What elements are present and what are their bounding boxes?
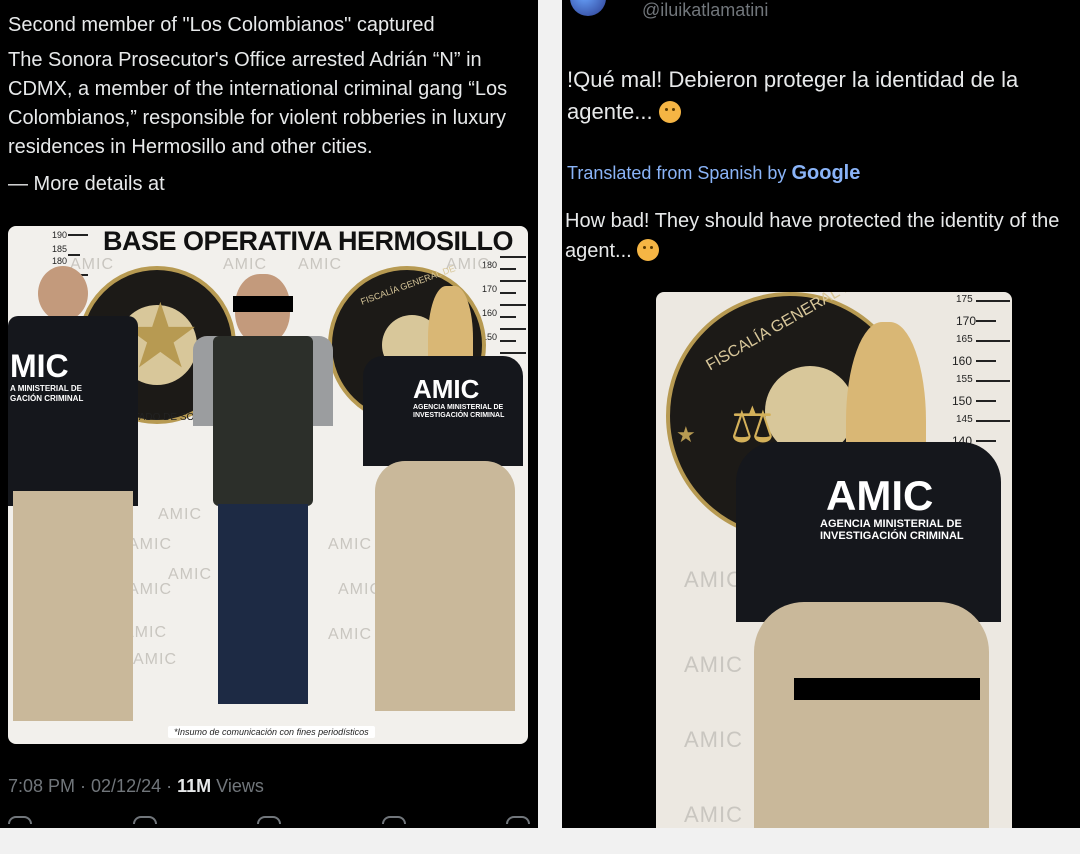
agent-left: MIC A MINISTERIAL DE GACIÓN CRIMINAL xyxy=(8,266,148,736)
photo-caption: *Insumo de comunicación con fines period… xyxy=(168,726,375,738)
watermark: AMIC xyxy=(684,652,743,677)
agent: AMIC AGENCIA MINISTERIAL DE INVESTIGACIÓ… xyxy=(736,322,1006,828)
photo-header: BASE OPERATIVA HERMOSILLO xyxy=(103,226,514,256)
watermark: AMIC xyxy=(298,256,342,273)
spanish-text-content: !Qué mal! Debieron proteger la identidad… xyxy=(567,67,1019,124)
agent-right: AMIC AGENCIA MINISTERIAL DE INVESTIGACIÓ… xyxy=(363,286,523,726)
agent-logo: MIC xyxy=(10,348,69,384)
detainee xyxy=(193,274,333,704)
watermark: AMIC xyxy=(684,802,743,827)
avatar[interactable] xyxy=(570,0,606,16)
agent-logo-sub: A MINISTERIAL DE xyxy=(10,384,83,393)
google-logo: Google xyxy=(791,162,861,184)
tweet-title: Second member of "Los Colombianos" captu… xyxy=(8,14,435,36)
censor-bar xyxy=(794,678,980,700)
translated-prefix: Translated from Spanish by xyxy=(567,163,787,183)
share-icon[interactable] xyxy=(506,816,530,824)
ruler-label: 175 xyxy=(956,294,973,305)
more-details-link[interactable]: — More details at xyxy=(8,171,165,197)
eye-censor-bar xyxy=(233,296,293,312)
agent-logo-sub: INVESTIGACIÓN CRIMINAL xyxy=(413,412,505,419)
ruler-label: 180 xyxy=(52,256,68,266)
agent-logo-sub: AGENCIA MINISTERIAL DE xyxy=(820,518,962,530)
agent-logo: AMIC xyxy=(413,374,480,404)
arrest-photo[interactable]: BASE OPERATIVA HERMOSILLO 190 185 180 18… xyxy=(8,226,528,744)
english-text: How bad! They should have protected the … xyxy=(565,206,1080,266)
reply-icon[interactable] xyxy=(8,816,32,824)
left-tweet-panel: Second member of "Los Colombianos" captu… xyxy=(0,0,538,828)
angry-face-icon xyxy=(658,101,681,123)
agent-logo-sub: AGENCIA MINISTERIAL DE xyxy=(413,404,504,411)
ruler-label: 185 xyxy=(52,244,68,254)
spanish-text: !Qué mal! Debieron proteger la identidad… xyxy=(567,64,1077,128)
cropped-agent-photo[interactable]: ⚖ FISCALÍA GENERAL DE ★ 175 170 165 160 … xyxy=(656,292,1012,828)
views-count: 11M xyxy=(177,776,212,796)
tweet-timestamp: 7:08 PM · 02/12/24 · xyxy=(8,776,178,796)
bottom-strip xyxy=(0,828,1080,854)
watermark: AMIC xyxy=(684,727,743,752)
ruler-label: 190 xyxy=(52,230,68,240)
agent-logo: AMIC xyxy=(826,472,934,519)
right-tweet-panel: @iluikatlamatini !Qué mal! Debieron prot… xyxy=(562,0,1080,828)
bookmark-icon[interactable] xyxy=(381,816,406,824)
views-label: Views xyxy=(216,776,264,796)
agent-logo-sub: GACIÓN CRIMINAL xyxy=(10,394,84,403)
watermark: AMIC xyxy=(684,567,743,592)
agent-logo-sub: INVESTIGACIÓN CRIMINAL xyxy=(820,530,964,542)
panel-divider xyxy=(538,0,562,828)
retweet-icon[interactable] xyxy=(132,816,157,824)
translation-attribution[interactable]: Translated from Spanish by Google xyxy=(567,162,860,185)
watermark: AMIC xyxy=(223,256,267,273)
tweet-actions xyxy=(8,816,530,828)
tweet-meta: 7:08 PM · 02/12/24 · 11M Views xyxy=(8,776,264,797)
like-icon[interactable] xyxy=(257,816,281,824)
star-icon: ★ xyxy=(676,422,696,447)
tweet-body: The Sonora Prosecutor's Office arrested … xyxy=(8,49,508,158)
angry-face-icon xyxy=(637,239,660,261)
user-handle[interactable]: @iluikatlamatini xyxy=(642,0,768,21)
